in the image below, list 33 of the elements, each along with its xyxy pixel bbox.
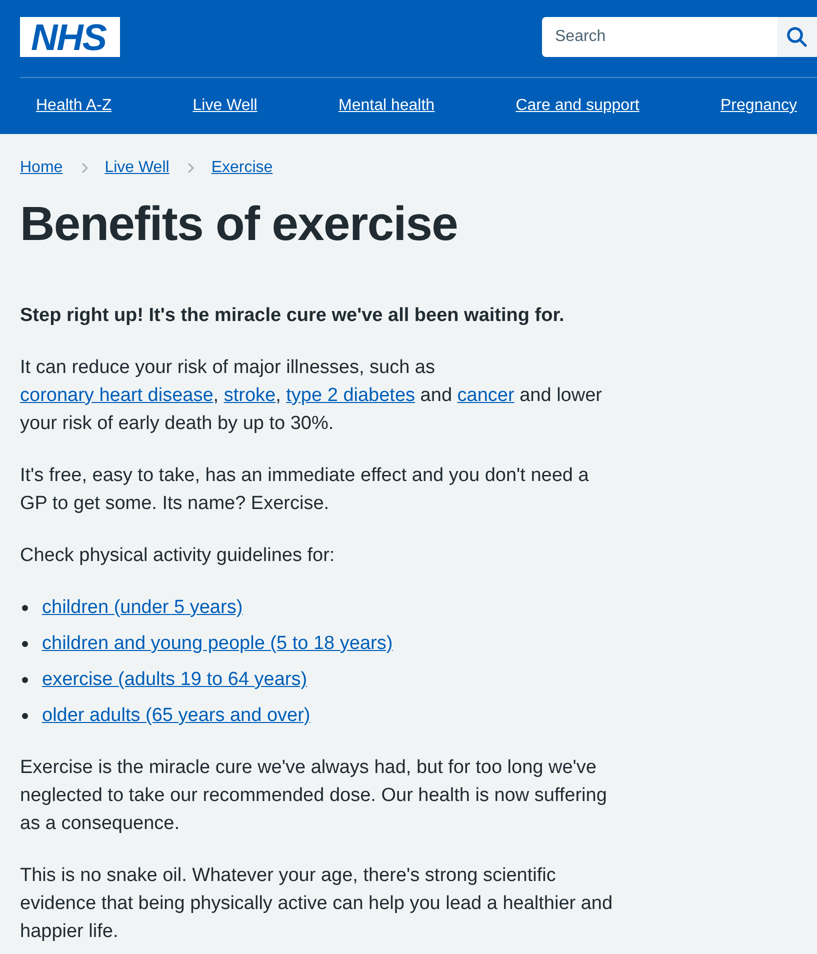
breadcrumb-link[interactable]: Exercise [211,159,273,177]
nav-link[interactable]: Pregnancy [720,97,797,115]
body-paragraph: It can reduce your risk of major illnesses, such as coronary heart disease, stroke, type 2 diabetes and cancer and lower your risk of early death by up to 30%. [20,356,603,436]
guideline-link[interactable]: exercise (adults 19 to 64 years) [42,666,308,694]
bullet-icon [22,677,28,683]
inline-link[interactable]: cancer [457,385,514,406]
nav-link[interactable]: Health A-Z [36,97,112,115]
guideline-link[interactable]: children (under 5 years) [42,594,243,622]
body-paragraph: It's free, easy to take, has an immediate effect and you don't need a GP to get some. Its name? Exercise. [20,464,590,516]
site-logo[interactable]: NHS [20,17,120,57]
body-paragraph: Exercise is the miracle cure we've always had, but for too long we've neglected to take our recommended dose. Our health is now suffering as a consequence. [20,756,608,836]
search-button[interactable] [777,17,817,57]
nav-link[interactable]: Care and support [516,97,640,115]
search-icon [787,27,807,47]
page-title: Benefits of exercise [20,197,458,253]
bullet-icon [22,713,28,719]
body-paragraph: Check physical activity guidelines for: [20,544,336,568]
nav-link[interactable]: Live Well [192,97,258,115]
guideline-link[interactable]: older adults (65 years and over) [42,702,310,730]
bullet-icon [22,605,28,611]
chevron-icon [188,163,194,173]
inline-link[interactable]: coronary heart disease [20,385,214,406]
chevron-icon [82,163,88,173]
inline-link[interactable]: type 2 diabetes [286,385,416,406]
breadcrumb-link[interactable]: Live Well [104,159,170,177]
bullet-icon [22,641,28,647]
guideline-link[interactable]: children and young people (5 to 18 years) [42,630,393,658]
lead-paragraph: Step right up! It's the miracle cure we've all been waiting for. [20,304,564,328]
body-paragraph: This is no snake oil. Whatever your age, there's strong scientific evidence that being physically active can help you lead a healthier and happier life. [20,864,614,944]
breadcrumb-link[interactable]: Home [20,159,63,177]
inline-link[interactable]: stroke [224,385,276,406]
nav-link[interactable]: Mental health [338,97,435,115]
search-field[interactable]: Search [542,17,777,57]
